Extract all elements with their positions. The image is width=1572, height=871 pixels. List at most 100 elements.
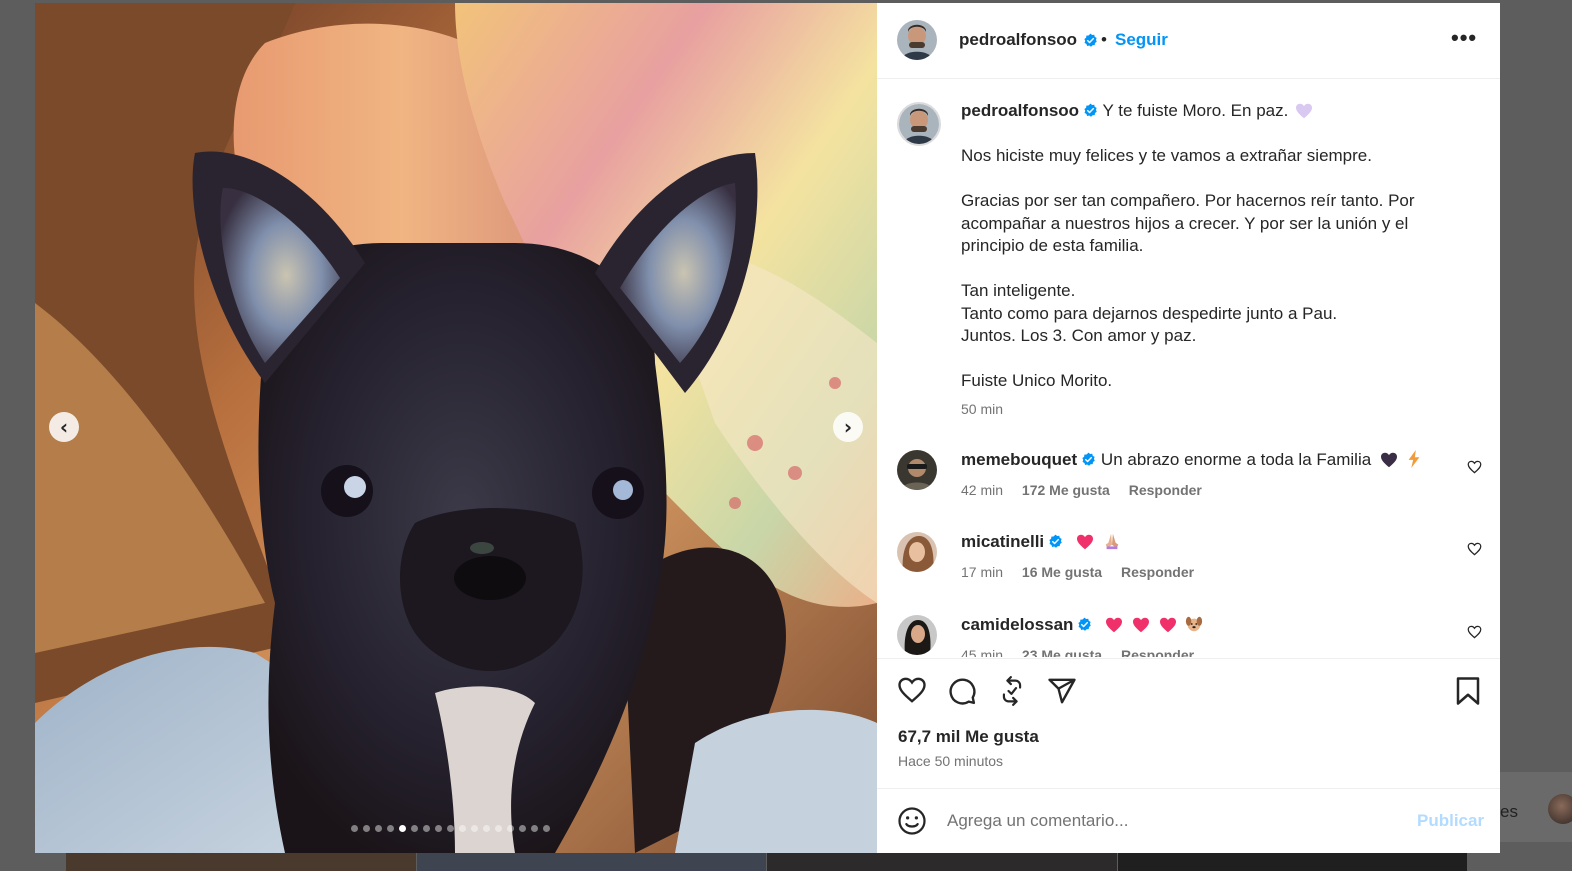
carousel-dot xyxy=(483,825,490,832)
post-header: pedroalfonsoo • Seguir ••• xyxy=(877,3,1500,79)
carousel-dot xyxy=(363,825,370,832)
comment-likes[interactable]: 23 Me gusta xyxy=(1022,647,1102,657)
comment-like-heart-icon[interactable] xyxy=(1467,625,1482,639)
comment-time: 17 min xyxy=(961,564,1004,580)
comment-likes[interactable]: 172 Me gusta xyxy=(1022,482,1110,498)
red-heart-icon xyxy=(1159,617,1176,633)
carousel-dot xyxy=(495,825,502,832)
verified-badge-icon xyxy=(1078,617,1092,631)
likes-count[interactable]: 67,7 mil Me gusta xyxy=(898,727,1039,747)
carousel-dot xyxy=(543,825,550,832)
caption-gap xyxy=(961,123,1431,146)
verified-badge-icon xyxy=(1082,452,1095,466)
caption-gap xyxy=(961,348,1431,371)
emoji-picker-icon[interactable] xyxy=(897,806,927,836)
more-options-icon[interactable]: ••• xyxy=(1451,25,1477,51)
commenter-avatar-image xyxy=(897,450,937,490)
comment-username[interactable]: micatinelli xyxy=(961,532,1044,551)
caption-first-line: pedroalfonsoo Y te fuiste Moro. En paz. xyxy=(961,100,1431,123)
post-timestamp: Hace 50 minutos xyxy=(898,753,1004,769)
commenter-avatar[interactable] xyxy=(897,450,937,490)
post-modal: ‹ › pedroalfonsoo • Seguir ••• pedroalfo… xyxy=(35,3,1500,853)
comment-time: 42 min xyxy=(961,482,1004,498)
caption-line: principio de esta familia. xyxy=(961,236,1144,255)
carousel-dot xyxy=(399,825,406,832)
comment-body: micatinelli xyxy=(961,532,1121,552)
caption-username[interactable]: pedroalfonsoo xyxy=(961,101,1079,120)
like-heart-icon[interactable] xyxy=(897,676,927,704)
comment-time: 45 min xyxy=(961,647,1004,657)
carousel-dot xyxy=(423,825,430,832)
background-thumbnail-strip xyxy=(66,853,1468,871)
reply-button[interactable]: Responder xyxy=(1121,647,1194,657)
red-heart-icon xyxy=(1106,617,1123,633)
background-thumbnail xyxy=(66,853,416,871)
verified-badge-icon xyxy=(1084,103,1097,117)
caption-line: acompañar a nuestros hijos a crecer. Y p… xyxy=(961,213,1409,233)
caption-gap xyxy=(961,258,1431,281)
post-caption: pedroalfonsoo Y te fuiste Moro. En paz. … xyxy=(961,100,1431,420)
reply-button[interactable]: Responder xyxy=(1129,482,1202,498)
caption-line: Nos hiciste muy felices y te vamos a ext… xyxy=(961,146,1372,165)
carousel-dot xyxy=(447,825,454,832)
comment-bubble-icon[interactable] xyxy=(947,676,977,706)
lightning-icon xyxy=(1408,450,1420,468)
comment-username[interactable]: memebouquet xyxy=(961,450,1077,469)
comment-meta: 45 min 23 Me gusta Responder xyxy=(961,647,1209,657)
comment-meta: 17 min 16 Me gusta Responder xyxy=(961,564,1209,580)
save-bookmark-icon[interactable] xyxy=(1455,676,1481,706)
caption-line: Tan inteligente. xyxy=(961,281,1076,300)
praying-hands-icon xyxy=(1105,533,1118,550)
black-heart-icon xyxy=(1380,452,1397,468)
comment-item: micatinelli 17 min 16 Me gusta Responder xyxy=(877,532,1500,598)
share-send-icon[interactable] xyxy=(1047,676,1077,706)
background-thumbnail xyxy=(767,853,1117,871)
caption-body: Nos hiciste muy felices y te vamos a ext… xyxy=(961,145,1431,393)
comment-like-heart-icon[interactable] xyxy=(1467,460,1482,474)
carousel-dot xyxy=(519,825,526,832)
caption-line: Juntos. Los 3. Con amor y paz. xyxy=(961,326,1197,345)
verified-badge-icon xyxy=(1049,534,1062,548)
comment-like-heart-icon[interactable] xyxy=(1467,542,1482,556)
lavender-heart-icon xyxy=(1296,103,1313,119)
repost-icon[interactable] xyxy=(998,676,1026,706)
comment-input[interactable] xyxy=(947,809,1397,833)
comment-likes[interactable]: 16 Me gusta xyxy=(1022,564,1102,580)
header-separator: • xyxy=(1101,30,1107,49)
post-media[interactable]: ‹ › xyxy=(35,3,877,853)
commenter-avatar-image xyxy=(897,532,937,572)
carousel-indicator xyxy=(351,825,550,832)
caption-author-avatar[interactable] xyxy=(897,102,941,146)
caption-line: Fuiste Unico Morito. xyxy=(961,371,1113,390)
carousel-dot xyxy=(411,825,418,832)
next-image-button[interactable]: › xyxy=(833,412,863,442)
comment-composer: Publicar xyxy=(877,788,1500,853)
background-thumbnail xyxy=(1117,853,1467,871)
carousel-dot xyxy=(387,825,394,832)
post-photo-dog xyxy=(35,3,877,853)
author-username[interactable]: pedroalfonsoo xyxy=(959,30,1077,50)
author-avatar[interactable] xyxy=(897,20,937,60)
caption-author-avatar-image xyxy=(899,104,939,144)
caption-gap xyxy=(961,168,1431,191)
carousel-dot xyxy=(507,825,514,832)
previous-image-button[interactable]: ‹ xyxy=(49,412,79,442)
background-thumbnail xyxy=(416,853,766,871)
carousel-dot xyxy=(351,825,358,832)
red-heart-icon xyxy=(1132,617,1149,633)
post-side-panel: pedroalfonsoo • Seguir ••• pedroalfonsoo… xyxy=(877,3,1500,853)
carousel-dot xyxy=(531,825,538,832)
comment-item: memebouquet Un abrazo enorme a toda la F… xyxy=(877,450,1500,516)
comment-item: camidelossan 45 min 23 Me gusta Responde… xyxy=(877,615,1500,657)
follow-button[interactable]: Seguir xyxy=(1115,30,1168,50)
reply-button[interactable]: Responder xyxy=(1121,564,1194,580)
commenter-avatar[interactable] xyxy=(897,615,937,655)
carousel-dot xyxy=(375,825,382,832)
commenter-avatar[interactable] xyxy=(897,532,937,572)
carousel-dot xyxy=(435,825,442,832)
commenter-avatar-image xyxy=(897,615,937,655)
publish-button[interactable]: Publicar xyxy=(1417,811,1484,831)
comment-username[interactable]: camidelossan xyxy=(961,615,1073,634)
dog-face-icon xyxy=(1186,616,1203,632)
comments-scroll-area[interactable]: pedroalfonsoo Y te fuiste Moro. En paz. … xyxy=(877,80,1500,657)
